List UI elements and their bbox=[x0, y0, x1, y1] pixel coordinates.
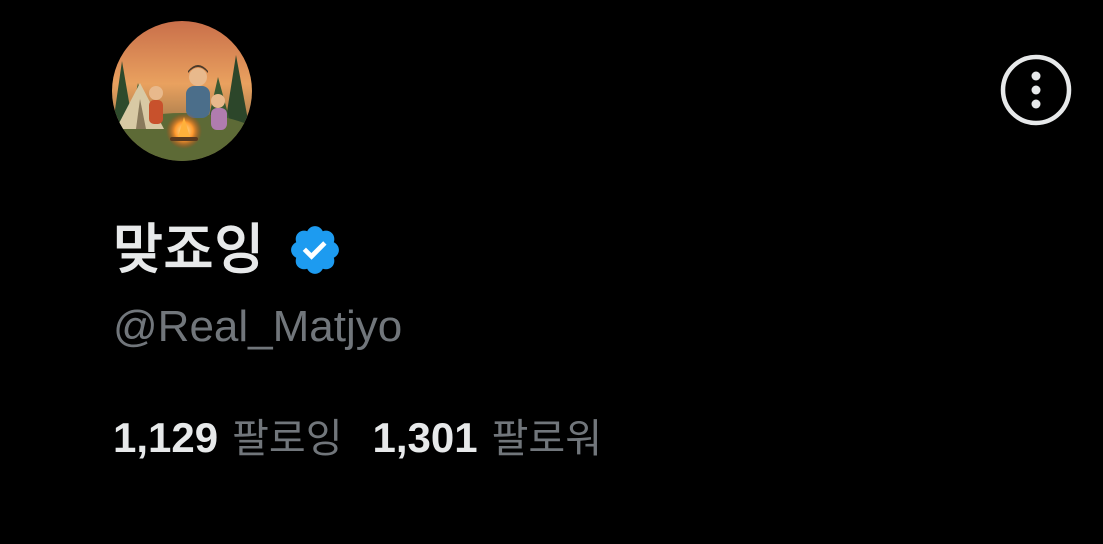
verified-badge-icon[interactable] bbox=[287, 222, 343, 278]
more-options-button[interactable] bbox=[1000, 54, 1072, 126]
following-label: 팔로잉 bbox=[232, 416, 343, 462]
followers-count: 1,301 bbox=[372, 414, 478, 461]
display-name: 맞죠잉 bbox=[113, 218, 266, 281]
avatar-image bbox=[112, 21, 252, 161]
following-count: 1,129 bbox=[113, 414, 219, 461]
follow-stats: 1,129 팔로잉 1,301 팔로워 bbox=[113, 408, 602, 469]
profile-name-row: 맞죠잉 bbox=[113, 214, 343, 286]
more-options-icon bbox=[1000, 54, 1072, 126]
followers-label: 팔로워 bbox=[491, 416, 603, 462]
avatar[interactable] bbox=[112, 21, 252, 161]
followers-link[interactable]: 1,301 팔로워 bbox=[373, 408, 603, 469]
profile-handle: @Real_Matjyo bbox=[113, 302, 403, 351]
following-link[interactable]: 1,129 팔로잉 bbox=[113, 408, 343, 469]
